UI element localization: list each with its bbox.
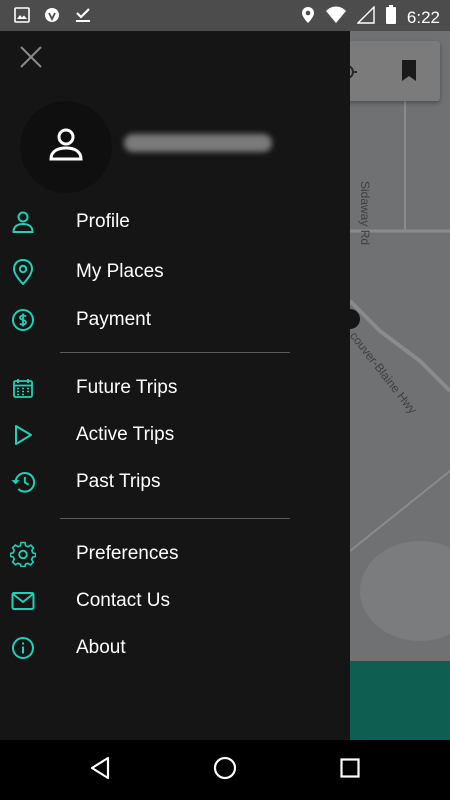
shield-icon bbox=[44, 7, 60, 28]
image-icon bbox=[14, 7, 30, 28]
dollar-icon bbox=[10, 307, 36, 333]
home-icon[interactable] bbox=[213, 756, 237, 785]
location-icon bbox=[301, 6, 315, 29]
menu-label-preferences: Preferences bbox=[76, 543, 179, 564]
menu-label-profile: Profile bbox=[76, 211, 130, 232]
location-pin-icon bbox=[10, 259, 36, 285]
username-blurred bbox=[124, 134, 272, 152]
status-time: 6:22 bbox=[406, 7, 440, 27]
menu-item-past-trips[interactable]: Past Trips bbox=[0, 459, 350, 505]
back-icon[interactable] bbox=[89, 756, 111, 785]
menu-item-contact-us[interactable]: Contact Us bbox=[0, 578, 350, 624]
close-icon[interactable] bbox=[19, 45, 43, 74]
recents-button[interactable] bbox=[334, 754, 366, 786]
mail-icon bbox=[10, 588, 36, 614]
menu-item-active-trips[interactable]: Active Trips bbox=[0, 412, 350, 458]
menu-item-profile[interactable]: Profile bbox=[0, 199, 350, 245]
navigation-drawer: Profile My Places Payment Future Trips A… bbox=[0, 31, 350, 740]
person-icon bbox=[48, 127, 84, 168]
menu-label-my-places: My Places bbox=[76, 261, 164, 282]
close-button[interactable] bbox=[14, 42, 48, 76]
back-button[interactable] bbox=[84, 754, 116, 786]
gear-icon bbox=[10, 541, 36, 567]
menu-divider bbox=[60, 352, 290, 353]
menu-label-payment: Payment bbox=[76, 309, 151, 330]
home-button[interactable] bbox=[209, 754, 241, 786]
play-icon bbox=[10, 422, 36, 448]
battery-icon bbox=[385, 5, 397, 30]
menu-label-contact-us: Contact Us bbox=[76, 590, 170, 611]
menu-item-about[interactable]: About bbox=[0, 625, 350, 671]
avatar[interactable] bbox=[20, 101, 112, 193]
menu-item-my-places[interactable]: My Places bbox=[0, 249, 350, 295]
status-left-icons bbox=[14, 6, 92, 29]
menu-label-active-trips: Active Trips bbox=[76, 424, 175, 445]
calendar-icon bbox=[10, 375, 36, 401]
recents-icon[interactable] bbox=[340, 757, 360, 783]
wifi-icon bbox=[325, 6, 347, 29]
info-icon bbox=[10, 635, 36, 661]
menu-label-future-trips: Future Trips bbox=[76, 377, 178, 398]
road-label-sidaway: Sidaway Rd bbox=[358, 181, 372, 246]
person-icon bbox=[10, 209, 36, 235]
status-bar: 6:22 bbox=[0, 0, 450, 31]
download-done-icon bbox=[74, 6, 92, 29]
system-nav-bar bbox=[0, 740, 450, 800]
menu-label-past-trips: Past Trips bbox=[76, 471, 161, 492]
menu-divider bbox=[60, 518, 290, 519]
menu-item-future-trips[interactable]: Future Trips bbox=[0, 365, 350, 411]
history-icon bbox=[10, 469, 36, 495]
menu-item-preferences[interactable]: Preferences bbox=[0, 531, 350, 577]
menu-label-about: About bbox=[76, 637, 126, 658]
status-right-icons: 6:22 bbox=[301, 5, 440, 30]
menu-item-payment[interactable]: Payment bbox=[0, 297, 350, 343]
signal-icon bbox=[356, 5, 375, 29]
